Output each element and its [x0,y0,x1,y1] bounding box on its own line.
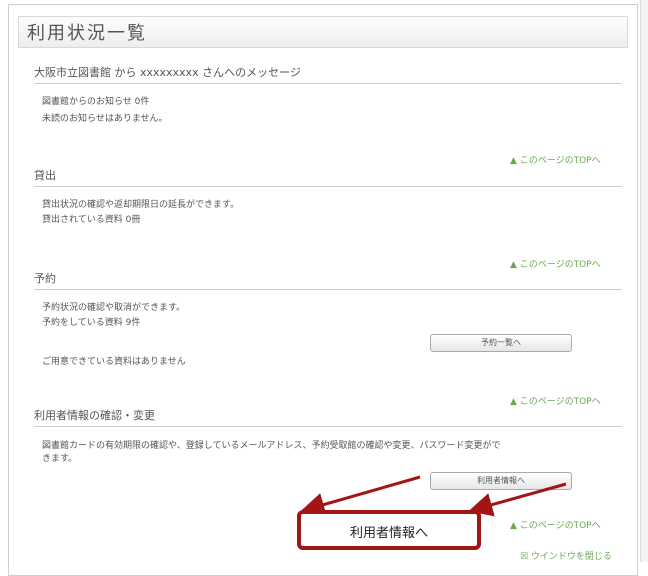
annotation-callout-user-info: 利用者情報へ [297,510,481,550]
arrow-to-callout [468,482,567,517]
arrow-from-button [300,475,421,517]
annotation-arrows [300,475,567,517]
close-window-link[interactable]: ☒ ウインドウを閉じる [520,549,612,562]
